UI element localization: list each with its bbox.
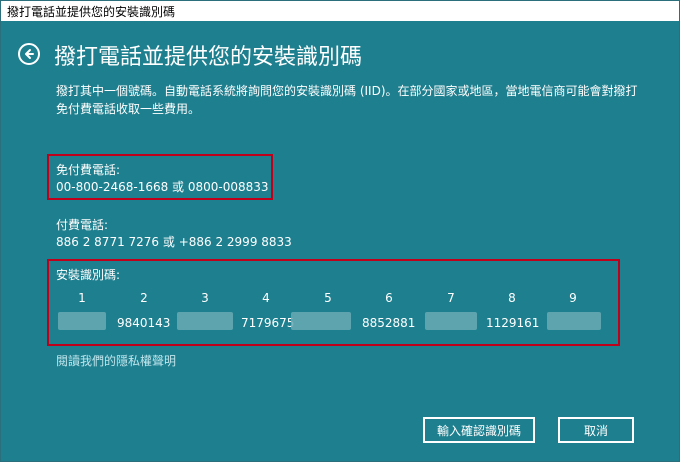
iid-group-number: 5 bbox=[324, 291, 332, 305]
redacted-value-block bbox=[177, 312, 233, 330]
toll-free-numbers: 00-800-2468-1668 或 0800-008833 bbox=[56, 180, 269, 194]
redacted-value-block bbox=[58, 312, 106, 330]
iid-group-number: 8 bbox=[508, 291, 516, 305]
description-text: 撥打其中一個號碼。自動電話系統將詢問您的安裝識別碼 (IID)。在部分國家或地區… bbox=[56, 84, 638, 116]
iid-group-number: 2 bbox=[140, 291, 148, 305]
enter-confirmation-id-button[interactable]: 輸入確認識別碼 bbox=[423, 417, 535, 443]
back-arrow-icon bbox=[25, 49, 34, 59]
cancel-button[interactable]: 取消 bbox=[558, 417, 634, 443]
back-button[interactable] bbox=[18, 43, 40, 65]
title-bar: 撥打電話並提供您的安裝識別碼 bbox=[1, 1, 679, 22]
toll-label: 付費電話: bbox=[56, 218, 109, 232]
toll-numbers: 886 2 8771 7276 或 +886 2 2999 8833 bbox=[56, 235, 292, 249]
installation-id-label: 安裝識別碼: bbox=[56, 268, 121, 282]
iid-group-value: 1129161 bbox=[486, 316, 540, 330]
iid-group-number: 3 bbox=[201, 291, 209, 305]
iid-group-number: 1 bbox=[78, 291, 86, 305]
page-heading: 撥打電話並提供您的安裝識別碼 bbox=[54, 45, 363, 70]
redacted-value-block bbox=[425, 312, 477, 330]
redacted-value-block bbox=[291, 312, 351, 330]
content-area: 撥打電話並提供您的安裝識別碼 撥打其中一個號碼。自動電話系統將詢問您的安裝識別碼… bbox=[1, 21, 679, 461]
window-title: 撥打電話並提供您的安裝識別碼 bbox=[7, 5, 176, 19]
iid-group-value: 9840143 bbox=[117, 316, 171, 330]
activation-window: 撥打電話並提供您的安裝識別碼 撥打電話並提供您的安裝識別碼 撥打其中一個號碼。自… bbox=[0, 0, 680, 462]
iid-group-number: 4 bbox=[262, 291, 270, 305]
iid-group-number: 7 bbox=[447, 291, 455, 305]
toll-free-label: 免付費電話: bbox=[56, 163, 121, 177]
iid-group-value: 7179675 bbox=[241, 316, 295, 330]
privacy-statement-link[interactable]: 閱讀我們的隱私權聲明 bbox=[56, 352, 176, 369]
iid-group-number: 6 bbox=[385, 291, 393, 305]
iid-group-value: 8852881 bbox=[362, 316, 416, 330]
redacted-value-block bbox=[547, 312, 601, 330]
iid-group-number: 9 bbox=[569, 291, 577, 305]
